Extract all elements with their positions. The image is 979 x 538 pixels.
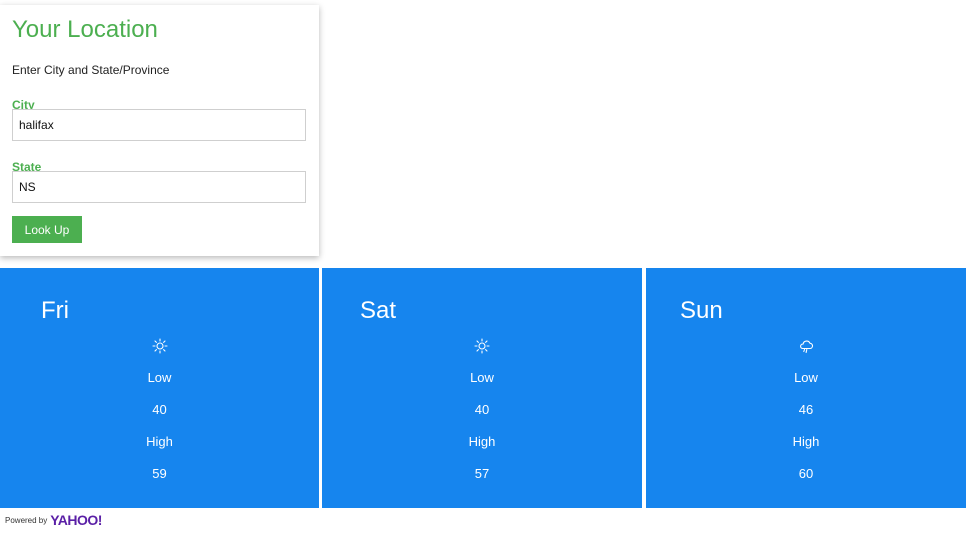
low-label: Low — [470, 370, 494, 385]
high-value: 59 — [152, 466, 167, 481]
day-name: Fri — [41, 297, 69, 324]
day-name: Sat — [360, 297, 397, 324]
high-value: 60 — [798, 466, 814, 481]
sun-icon — [0, 338, 319, 354]
high-value: 57 — [474, 466, 490, 481]
powered-by-yahoo[interactable]: Powered by YAHOO! — [5, 512, 102, 528]
low-value: 40 — [474, 402, 490, 417]
low-value: 40 — [152, 402, 167, 417]
yahoo-logo[interactable]: YAHOO! — [50, 512, 102, 528]
low-value: 46 — [798, 402, 814, 417]
low-label: Low — [147, 370, 172, 385]
location-card: Your Location Enter City and State/Provi… — [0, 5, 319, 256]
high-label: High — [792, 434, 820, 449]
sun-icon — [322, 338, 642, 354]
rain-cloud-icon — [646, 338, 966, 354]
state-input[interactable] — [12, 171, 306, 203]
high-label: High — [146, 434, 173, 449]
forecast-day-card: Sat Low 40 High 57 — [322, 268, 642, 508]
look-up-button[interactable]: Look Up — [12, 216, 82, 243]
day-name: Sun — [680, 297, 723, 324]
forecast-day-card: Fri Low 40 High 59 — [0, 268, 319, 508]
location-instructions: Enter City and State/Province — [12, 63, 170, 77]
city-input[interactable] — [12, 109, 306, 141]
forecast-day-card: Sun Low 46 High 60 — [646, 268, 966, 508]
low-label: Low — [794, 370, 818, 385]
location-title: Your Location — [12, 16, 158, 43]
powered-by-text: Powered by — [5, 515, 48, 525]
high-label: High — [468, 434, 496, 449]
